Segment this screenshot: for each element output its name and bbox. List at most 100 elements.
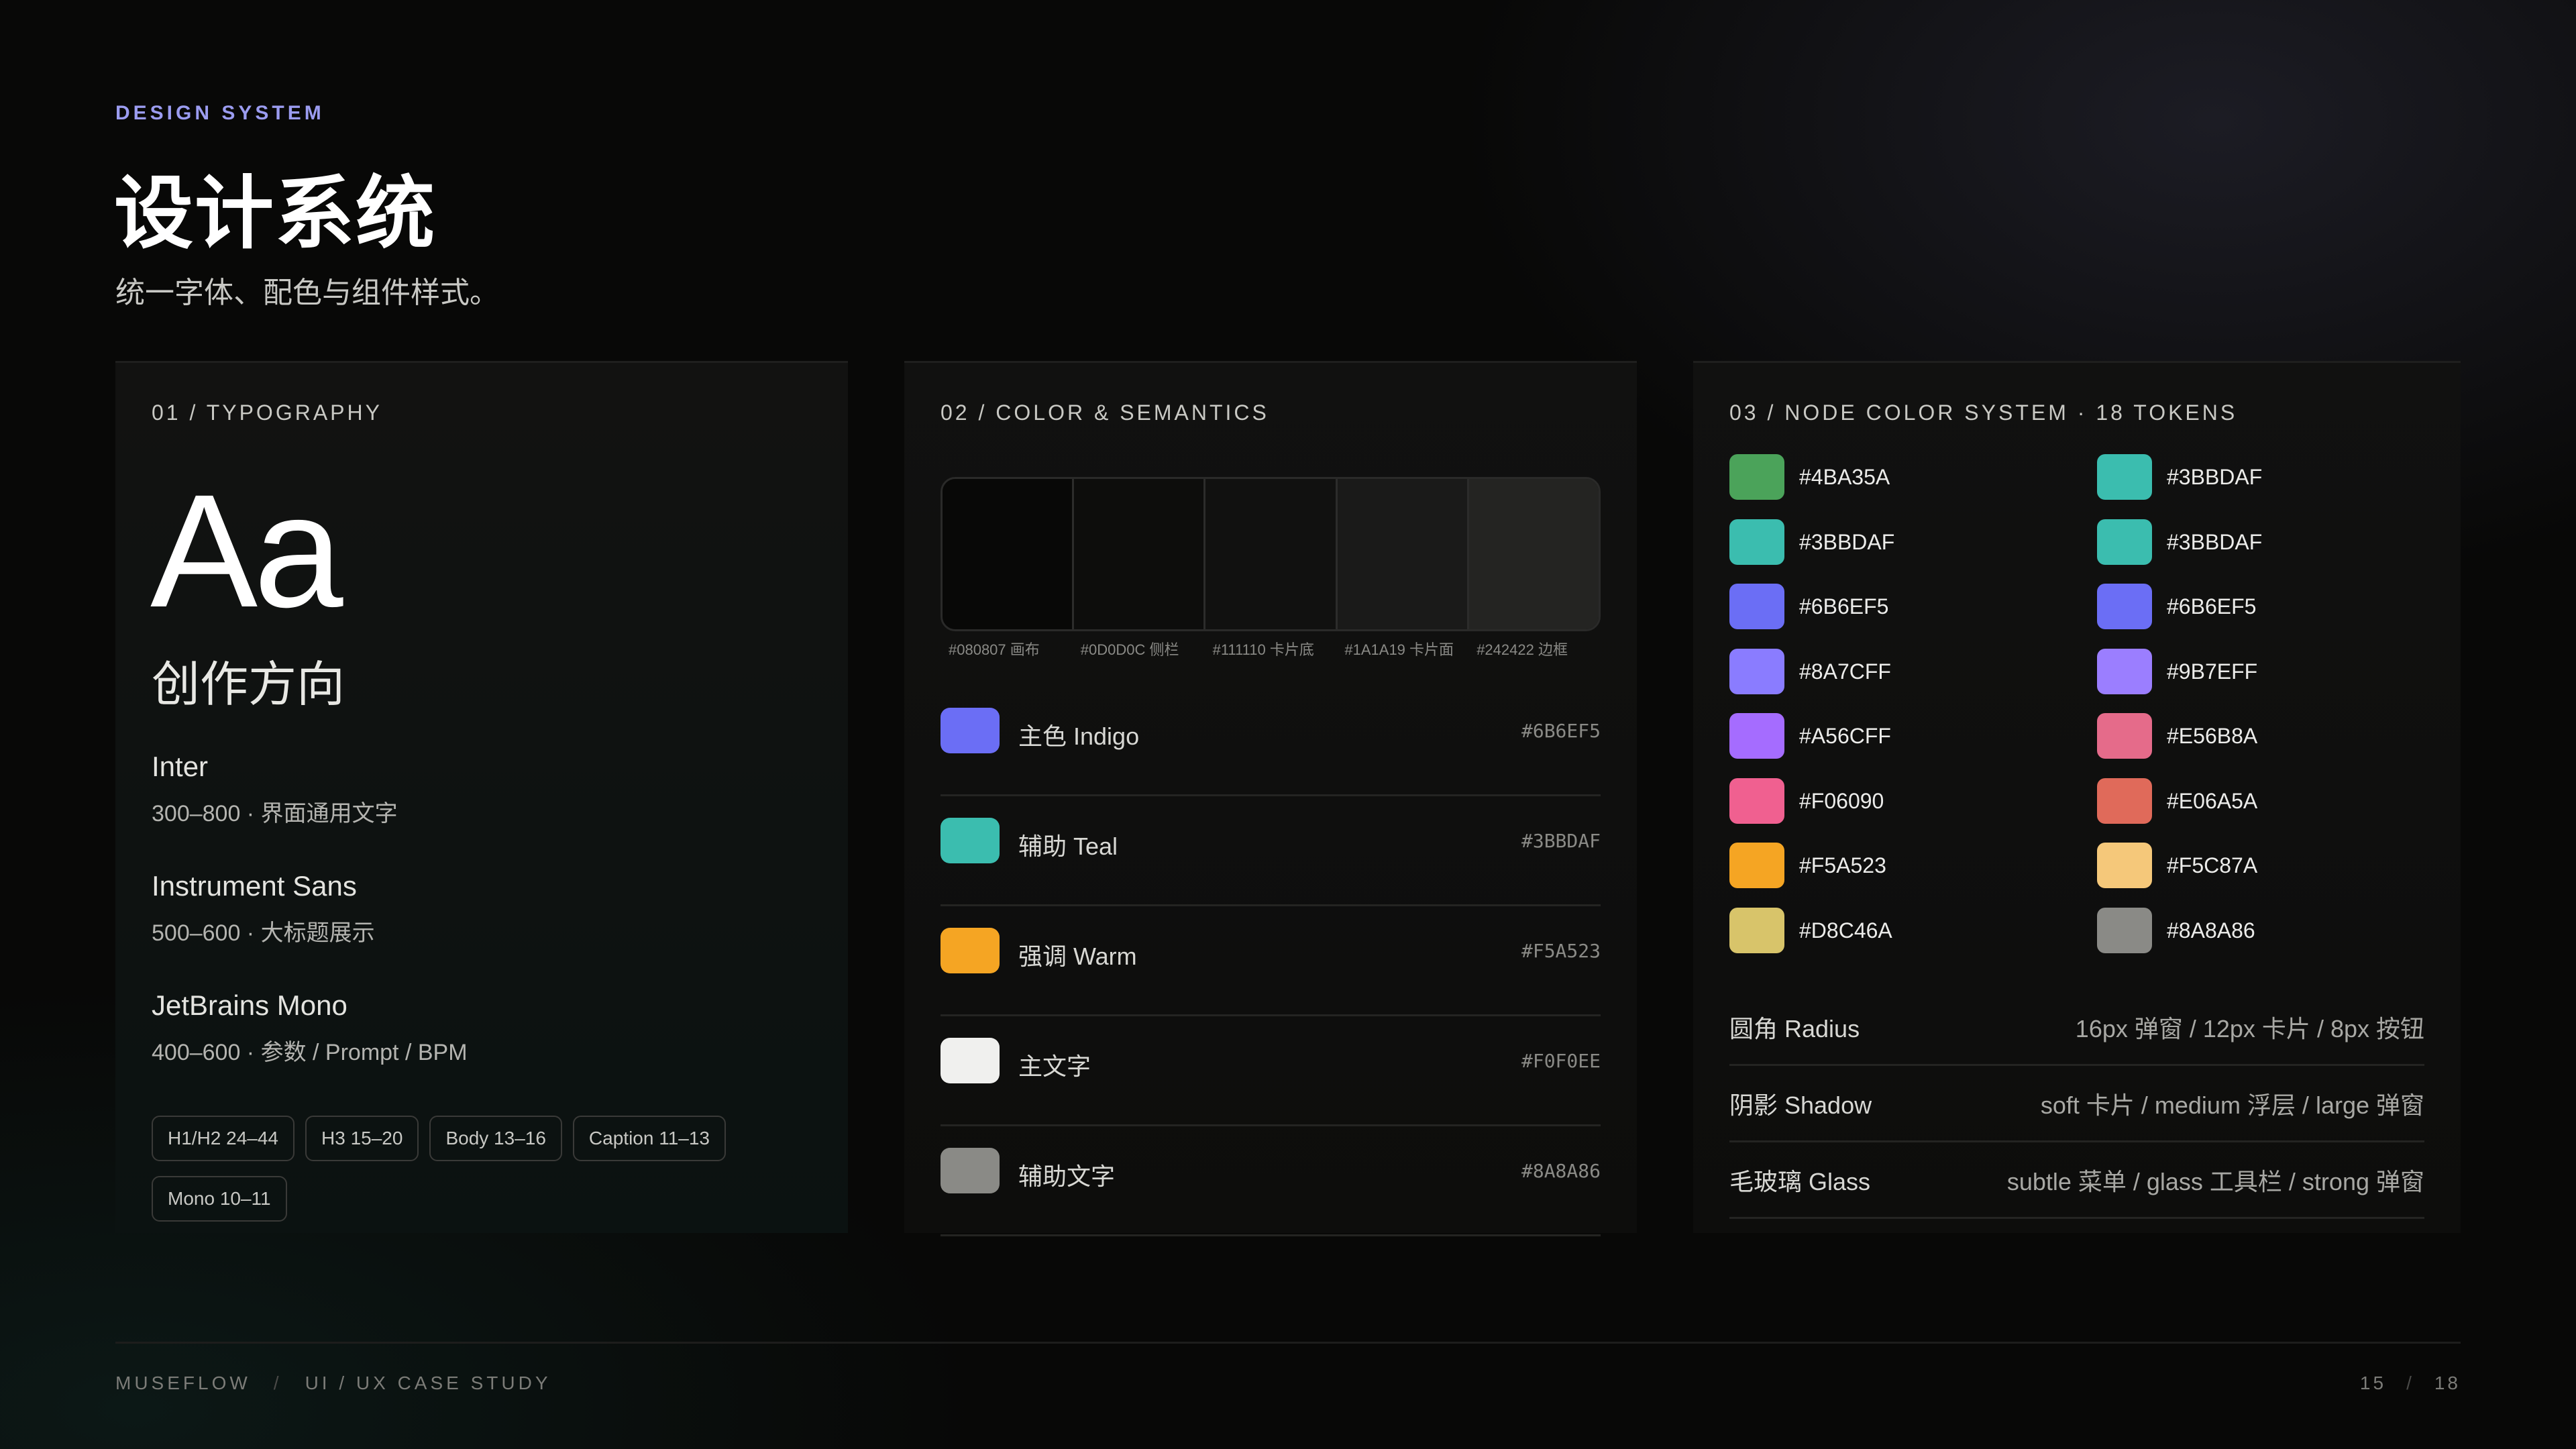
token-hex: #D8C46A <box>1799 918 1892 943</box>
semantic-color-row: 主文字 #F0F0EE <box>941 1016 1601 1126</box>
font-name: JetBrains Mono <box>152 989 347 1021</box>
spec-row-glass: 毛玻璃 Glass subtle 菜单 / glass 工具栏 / strong… <box>1729 1142 2424 1219</box>
page-indicator: 15 / 18 <box>2360 1373 2461 1394</box>
token-hex: #F5A523 <box>1799 853 1886 877</box>
token-hex: #A56CFF <box>1799 724 1891 748</box>
typography-panel: 01 / TYPOGRAPHY Aa 创作方向 Inter 300–800 · … <box>115 361 848 1233</box>
surface-swatch-labels: #080807 画布 #0D0D0C 侧栏 #111110 卡片底 #1A1A1… <box>941 638 1601 659</box>
token-swatch <box>2097 907 2152 953</box>
font-spec-jetbrains-mono: JetBrains Mono 400–600 · 参数 / Prompt / B… <box>152 989 468 1067</box>
token-swatch <box>1729 843 1784 888</box>
surface-swatch <box>1337 479 1469 629</box>
font-name: Inter <box>152 751 209 782</box>
semantic-swatch <box>941 818 1000 863</box>
semantic-name: 主文字 <box>1018 1053 1091 1080</box>
token-swatch <box>2097 648 2152 694</box>
token-swatch <box>2097 519 2152 565</box>
type-scale-chip: H3 15–20 <box>305 1116 419 1161</box>
semantic-hex: #8A8A86 <box>1521 1160 1601 1182</box>
page-title: 设计系统 <box>114 170 437 258</box>
font-desc: 500–600 · 大标题展示 <box>152 920 375 946</box>
token-swatch <box>2097 713 2152 759</box>
semantic-swatch <box>941 928 1000 973</box>
semantic-swatch <box>941 708 1000 753</box>
token-hex: #E06A5A <box>2167 788 2258 813</box>
font-desc: 400–600 · 参数 / Prompt / BPM <box>152 1040 468 1065</box>
semantic-color-row: 主色 Indigo #6B6EF5 <box>941 686 1601 796</box>
surface-swatch-label: #0D0D0C 侧栏 <box>1080 641 1179 658</box>
type-scale-chip: Caption 11–13 <box>572 1116 726 1161</box>
footer-brand: MUSEFLOW <box>115 1373 251 1393</box>
spec-value: subtle 菜单 / glass 工具栏 / strong 弹窗 <box>2006 1168 2424 1195</box>
semantic-hex: #F0F0EE <box>1521 1050 1601 1072</box>
eyebrow-label: DESIGN SYSTEM <box>115 102 325 124</box>
page-subtitle: 统一字体、配色与组件样式。 <box>115 276 499 309</box>
semantic-hex: #3BBDAF <box>1521 830 1601 852</box>
semantic-color-row: 辅助 Teal #3BBDAF <box>941 796 1601 906</box>
font-name: Instrument Sans <box>152 870 357 902</box>
surface-swatch <box>1074 479 1206 629</box>
token-swatch <box>2097 584 2152 629</box>
font-spec-instrument-sans: Instrument Sans 500–600 · 大标题展示 <box>152 870 375 947</box>
spec-name: 毛玻璃 Glass <box>1729 1168 1871 1195</box>
spec-value: 16px 弹窗 / 12px 卡片 / 8px 按钮 <box>2075 1015 2424 1042</box>
typography-panel-label: 01 / TYPOGRAPHY <box>152 400 382 425</box>
semantic-hex: #6B6EF5 <box>1521 720 1601 742</box>
token-hex: #F06090 <box>1799 788 1884 813</box>
token-hex: #8A7CFF <box>1799 659 1891 684</box>
surface-swatch <box>1205 479 1338 629</box>
type-scale-chip: Body 13–16 <box>429 1116 562 1161</box>
surface-swatch <box>943 479 1075 629</box>
surface-swatch-label: #1A1A19 卡片面 <box>1344 641 1454 658</box>
surface-swatch-label: #080807 画布 <box>949 641 1040 658</box>
color-panel: 02 / COLOR & SEMANTICS #080807 画布 #0D0D0… <box>904 361 1637 1236</box>
token-hex: #F5C87A <box>2167 853 2258 877</box>
token-swatch <box>1729 584 1784 629</box>
semantic-name: 主色 Indigo <box>1018 722 1140 750</box>
token-hex: #3BBDAF <box>2167 529 2263 554</box>
token-hex: #4BA35A <box>1799 465 1890 489</box>
token-swatch <box>1729 907 1784 953</box>
spec-row-shadow: 阴影 Shadow soft 卡片 / medium 浮层 / large 弹窗 <box>1729 1066 2424 1142</box>
total-pages: 18 <box>2434 1373 2461 1393</box>
footer-separator: / <box>273 1373 282 1393</box>
token-swatch <box>2097 454 2152 500</box>
surface-swatch-strip <box>941 477 1601 631</box>
token-hex: #3BBDAF <box>2167 465 2263 489</box>
surface-swatch-label: #242422 边框 <box>1477 641 1568 658</box>
node-color-panel: 03 / NODE COLOR SYSTEM · 18 TOKENS #4BA3… <box>1693 361 2461 1233</box>
semantic-color-row: 强调 Warm #F5A523 <box>941 906 1601 1016</box>
semantic-name: 辅助 Teal <box>1018 833 1118 860</box>
footer-breadcrumb: MUSEFLOW / UI / UX CASE STUDY <box>115 1373 551 1394</box>
token-hex: #6B6EF5 <box>1799 594 1889 619</box>
font-desc: 300–800 · 界面通用文字 <box>152 801 398 826</box>
semantic-hex: #F5A523 <box>1521 940 1601 962</box>
token-swatch <box>2097 843 2152 888</box>
semantic-name: 强调 Warm <box>1018 943 1137 970</box>
token-swatch <box>1729 648 1784 694</box>
current-page: 15 <box>2359 1373 2387 1393</box>
token-swatch <box>1729 454 1784 500</box>
surface-swatch-label: #111110 卡片底 <box>1212 641 1314 658</box>
token-hex: #6B6EF5 <box>2167 594 2257 619</box>
token-hex: #9B7EFF <box>2167 659 2258 684</box>
surface-swatch <box>1468 479 1599 629</box>
semantic-swatch <box>941 1148 1000 1193</box>
node-color-panel-label: 03 / NODE COLOR SYSTEM · 18 TOKENS <box>1729 400 2238 425</box>
footer-section: UI / UX CASE STUDY <box>305 1373 551 1393</box>
type-scale-chips: H1/H2 24–44 H3 15–20 Body 13–16 Caption 11–… <box>152 1116 796 1236</box>
type-scale-chip: Mono 10–11 <box>152 1176 287 1222</box>
token-swatch <box>2097 777 2152 824</box>
token-hex: #E56B8A <box>2167 724 2258 748</box>
type-scale-chip: H1/H2 24–44 <box>152 1116 295 1161</box>
semantic-name: 辅助文字 <box>1018 1163 1116 1190</box>
latin-type-sample: Aa <box>150 461 343 641</box>
token-hex: #8A8A86 <box>2167 918 2255 943</box>
chinese-type-sample: 创作方向 <box>152 658 345 712</box>
spec-name: 阴影 Shadow <box>1729 1091 1872 1119</box>
semantic-color-row: 辅助文字 #8A8A86 <box>941 1126 1601 1236</box>
spec-name: 圆角 Radius <box>1729 1015 1860 1042</box>
token-hex: #3BBDAF <box>1799 529 1895 554</box>
color-panel-label: 02 / COLOR & SEMANTICS <box>941 400 1269 425</box>
spec-value: soft 卡片 / medium 浮层 / large 弹窗 <box>2040 1091 2424 1119</box>
